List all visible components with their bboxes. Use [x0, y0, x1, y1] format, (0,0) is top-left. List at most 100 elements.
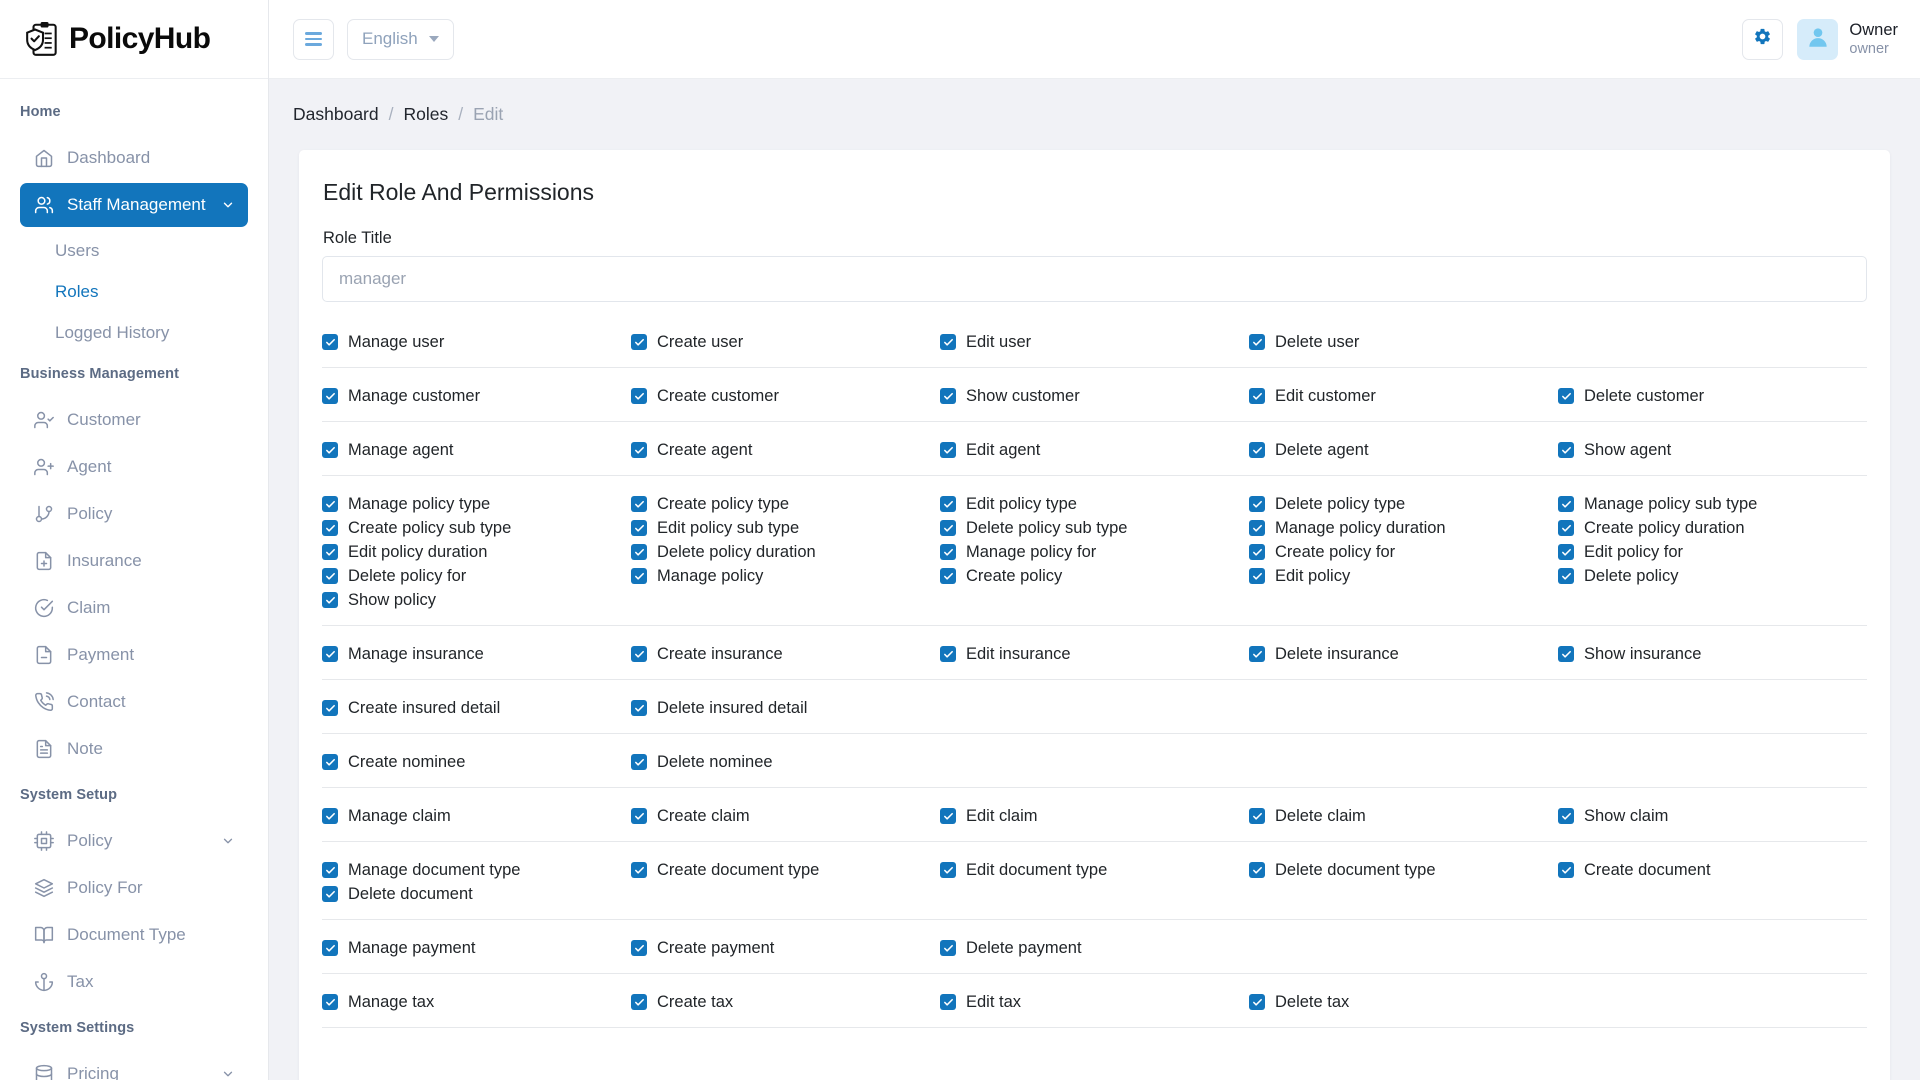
sidebar-item-pricing[interactable]: Pricing	[20, 1052, 248, 1080]
checkbox-checked-icon[interactable]	[322, 646, 338, 662]
permission-checkbox-row[interactable]: Delete policy for	[322, 564, 631, 588]
permission-checkbox-row[interactable]: Delete policy duration	[631, 540, 940, 564]
permission-checkbox-row[interactable]: Edit policy duration	[322, 540, 631, 564]
permission-checkbox-row[interactable]: Delete policy	[1558, 564, 1867, 588]
permission-checkbox-row[interactable]: Edit policy type	[940, 492, 1249, 516]
sidebar-item-document-type[interactable]: Document Type	[20, 913, 248, 957]
permission-checkbox-row[interactable]: Create document	[1558, 858, 1867, 882]
permission-checkbox-row[interactable]: Manage policy sub type	[1558, 492, 1867, 516]
permission-checkbox-row[interactable]: Delete policy sub type	[940, 516, 1249, 540]
sidebar-item-claim[interactable]: Claim	[20, 586, 248, 630]
sidebar-item-policy-business[interactable]: Policy	[20, 492, 248, 536]
permission-checkbox-row[interactable]: Create policy sub type	[322, 516, 631, 540]
permission-checkbox-row[interactable]: Delete document type	[1249, 858, 1558, 882]
checkbox-checked-icon[interactable]	[322, 754, 338, 770]
permission-checkbox-row[interactable]: Edit document type	[940, 858, 1249, 882]
checkbox-checked-icon[interactable]	[1249, 442, 1265, 458]
permission-checkbox-row[interactable]: Manage policy duration	[1249, 516, 1558, 540]
checkbox-checked-icon[interactable]	[322, 568, 338, 584]
permission-checkbox-row[interactable]: Manage user	[322, 330, 631, 354]
checkbox-checked-icon[interactable]	[1249, 646, 1265, 662]
permission-checkbox-row[interactable]: Manage customer	[322, 384, 631, 408]
sidebar-item-insurance[interactable]: Insurance	[20, 539, 248, 583]
checkbox-checked-icon[interactable]	[940, 334, 956, 350]
permission-checkbox-row[interactable]: Show customer	[940, 384, 1249, 408]
checkbox-checked-icon[interactable]	[631, 646, 647, 662]
checkbox-checked-icon[interactable]	[1558, 442, 1574, 458]
checkbox-checked-icon[interactable]	[631, 808, 647, 824]
permission-checkbox-row[interactable]: Create policy duration	[1558, 516, 1867, 540]
permission-checkbox-row[interactable]: Create policy type	[631, 492, 940, 516]
sidebar-item-tax[interactable]: Tax	[20, 960, 248, 1004]
checkbox-checked-icon[interactable]	[322, 388, 338, 404]
permission-checkbox-row[interactable]: Create policy for	[1249, 540, 1558, 564]
permission-checkbox-row[interactable]: Manage payment	[322, 936, 631, 960]
sidebar-item-agent[interactable]: Agent	[20, 445, 248, 489]
permission-checkbox-row[interactable]: Create policy	[940, 564, 1249, 588]
language-selector[interactable]: English	[347, 19, 454, 60]
checkbox-checked-icon[interactable]	[322, 334, 338, 350]
user-menu[interactable]: Owner owner	[1797, 19, 1898, 60]
checkbox-checked-icon[interactable]	[1558, 496, 1574, 512]
checkbox-checked-icon[interactable]	[1249, 808, 1265, 824]
permission-checkbox-row[interactable]: Edit insurance	[940, 642, 1249, 666]
permission-checkbox-row[interactable]: Edit policy sub type	[631, 516, 940, 540]
checkbox-checked-icon[interactable]	[940, 994, 956, 1010]
checkbox-checked-icon[interactable]	[1558, 862, 1574, 878]
permission-checkbox-row[interactable]: Delete claim	[1249, 804, 1558, 828]
checkbox-checked-icon[interactable]	[1249, 544, 1265, 560]
permission-checkbox-row[interactable]: Show policy	[322, 588, 631, 612]
sidebar-item-users[interactable]: Users	[0, 230, 268, 271]
checkbox-checked-icon[interactable]	[322, 496, 338, 512]
checkbox-checked-icon[interactable]	[1249, 334, 1265, 350]
checkbox-checked-icon[interactable]	[1558, 646, 1574, 662]
permission-checkbox-row[interactable]: Create agent	[631, 438, 940, 462]
checkbox-checked-icon[interactable]	[1249, 994, 1265, 1010]
checkbox-checked-icon[interactable]	[631, 754, 647, 770]
checkbox-checked-icon[interactable]	[631, 496, 647, 512]
permission-checkbox-row[interactable]: Edit policy for	[1558, 540, 1867, 564]
checkbox-checked-icon[interactable]	[322, 442, 338, 458]
checkbox-checked-icon[interactable]	[1558, 544, 1574, 560]
permission-checkbox-row[interactable]: Delete policy type	[1249, 492, 1558, 516]
settings-button[interactable]	[1742, 19, 1783, 60]
sidebar-item-note[interactable]: Note	[20, 727, 248, 771]
permission-checkbox-row[interactable]: Create user	[631, 330, 940, 354]
sidebar-item-policy-for[interactable]: Policy For	[20, 866, 248, 910]
brand-header[interactable]: PolicyHub	[0, 0, 268, 79]
checkbox-checked-icon[interactable]	[322, 520, 338, 536]
permission-checkbox-row[interactable]: Delete insured detail	[631, 696, 940, 720]
permission-checkbox-row[interactable]: Edit tax	[940, 990, 1249, 1014]
permission-checkbox-row[interactable]: Delete customer	[1558, 384, 1867, 408]
checkbox-checked-icon[interactable]	[631, 442, 647, 458]
breadcrumb-item-roles[interactable]: Roles	[404, 104, 449, 125]
permission-checkbox-row[interactable]: Edit claim	[940, 804, 1249, 828]
checkbox-checked-icon[interactable]	[940, 520, 956, 536]
permission-checkbox-row[interactable]: Manage tax	[322, 990, 631, 1014]
checkbox-checked-icon[interactable]	[631, 520, 647, 536]
permission-checkbox-row[interactable]: Delete agent	[1249, 438, 1558, 462]
permission-checkbox-row[interactable]: Edit customer	[1249, 384, 1558, 408]
permission-checkbox-row[interactable]: Create document type	[631, 858, 940, 882]
permission-checkbox-row[interactable]: Edit agent	[940, 438, 1249, 462]
permission-checkbox-row[interactable]: Manage policy for	[940, 540, 1249, 564]
checkbox-checked-icon[interactable]	[631, 388, 647, 404]
checkbox-checked-icon[interactable]	[1249, 388, 1265, 404]
sidebar-item-payment[interactable]: Payment	[20, 633, 248, 677]
checkbox-checked-icon[interactable]	[1249, 520, 1265, 536]
checkbox-checked-icon[interactable]	[940, 442, 956, 458]
checkbox-checked-icon[interactable]	[631, 568, 647, 584]
permission-checkbox-row[interactable]: Create claim	[631, 804, 940, 828]
checkbox-checked-icon[interactable]	[631, 994, 647, 1010]
checkbox-checked-icon[interactable]	[1249, 862, 1265, 878]
permission-checkbox-row[interactable]: Delete document	[322, 882, 631, 906]
permission-checkbox-row[interactable]: Delete nominee	[631, 750, 940, 774]
checkbox-checked-icon[interactable]	[631, 544, 647, 560]
checkbox-checked-icon[interactable]	[1249, 496, 1265, 512]
checkbox-checked-icon[interactable]	[1558, 568, 1574, 584]
sidebar-item-logged-history[interactable]: Logged History	[0, 312, 268, 353]
permission-checkbox-row[interactable]: Delete tax	[1249, 990, 1558, 1014]
checkbox-checked-icon[interactable]	[1558, 388, 1574, 404]
permission-checkbox-row[interactable]: Manage agent	[322, 438, 631, 462]
sidebar-item-contact[interactable]: Contact	[20, 680, 248, 724]
